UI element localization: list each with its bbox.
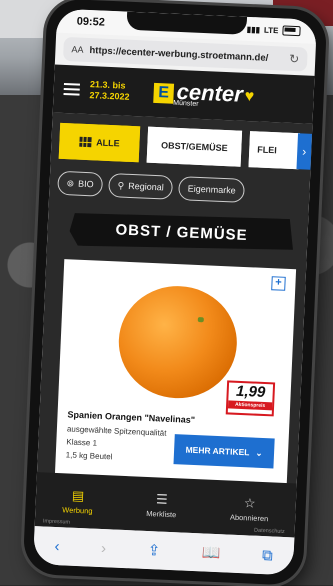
more-articles-button[interactable]: MEHR ARTIKEL ⌄ (173, 434, 275, 469)
category-obst-label: OBST/GEMÜSE (160, 140, 228, 154)
star-icon: ☆ (243, 495, 256, 511)
category-all-button[interactable]: ALLE (58, 122, 141, 163)
filter-regional-chip[interactable]: ⚲ Regional (108, 173, 174, 200)
filter-eigenmarke-label: Eigenmarke (187, 183, 236, 196)
reader-settings-button[interactable]: AA (71, 44, 83, 55)
tabs-icon[interactable]: ⧉ (262, 547, 273, 564)
ecenter-logo[interactable]: E center Münster ♥ (153, 78, 255, 109)
forward-icon[interactable]: › (101, 540, 107, 557)
price-tag: 1,99 Aktionspreis (225, 380, 276, 417)
edeka-e-icon: E (153, 82, 175, 104)
product-image-orange (116, 283, 240, 401)
price-label: Aktionspreis (227, 400, 273, 411)
list-icon: ☰ (155, 491, 169, 507)
filter-bio-chip[interactable]: ⊚ BIO (57, 170, 104, 197)
phone-screen: 09:52 ▮▮▮ LTE AA https://ecenter-werbung… (32, 8, 318, 576)
date-to: 27.3.2022 (89, 90, 130, 102)
validity-date: 21.3. bis 27.3.2022 (89, 79, 148, 104)
network-label: LTE (263, 25, 279, 35)
chevron-right-icon[interactable]: › (296, 133, 313, 170)
signal-icon: ▮▮▮ (246, 24, 261, 34)
nav-werbung[interactable]: ▤ Werbung (62, 487, 93, 516)
more-articles-label: MEHR ARTIKEL (185, 444, 250, 458)
filter-bio-label: BIO (77, 178, 94, 190)
nav-abonnieren[interactable]: ☆ Abonnieren (229, 495, 269, 524)
status-time: 09:52 (76, 15, 106, 29)
url-text[interactable]: https://ecenter-werbung.stroetmann.de/ (89, 45, 285, 65)
category-fleisch-label: FLEI (257, 144, 277, 156)
section-title: OBST / GEMÜSE (69, 209, 294, 255)
share-icon[interactable]: ⇪ (147, 541, 160, 560)
filter-regional-label: Regional (128, 180, 164, 193)
category-obst-button[interactable]: OBST/GEMÜSE (146, 126, 243, 167)
reload-icon[interactable]: ↻ (289, 52, 300, 66)
back-icon[interactable]: ‹ (54, 537, 60, 554)
nav-merkliste-label: Merkliste (146, 508, 177, 520)
bookmarks-icon[interactable]: 📖 (201, 543, 220, 562)
product-card[interactable]: + 1,99 Aktionspreis Spanien Orangen "Nav… (54, 259, 297, 490)
bio-icon: ⊚ (66, 177, 75, 188)
filter-chips: ⊚ BIO ⚲ Regional Eigenmarke (57, 170, 310, 206)
category-all-label: ALLE (95, 137, 120, 149)
product-price: 1,99 (235, 382, 266, 402)
add-to-list-icon[interactable]: + (271, 276, 286, 291)
menu-icon[interactable] (63, 82, 80, 96)
category-fleisch-button[interactable]: FLEI (248, 131, 301, 170)
chevron-down-icon: ⌄ (255, 447, 263, 458)
nav-merkliste[interactable]: ☰ Merkliste (146, 491, 177, 520)
impressum-link[interactable]: Impressum (43, 518, 70, 525)
category-area: ALLE OBST/GEMÜSE FLEI › ⊚ BIO ⚲ Regional (36, 112, 313, 498)
category-tabs: ALLE OBST/GEMÜSE FLEI (58, 122, 312, 170)
nav-abonnieren-label: Abonnieren (229, 512, 269, 524)
datenschutz-link[interactable]: Datenschutz (254, 528, 285, 535)
heart-icon: ♥ (244, 87, 255, 106)
battery-icon (282, 25, 301, 37)
phone-frame: 09:52 ▮▮▮ LTE AA https://ecenter-werbung… (22, 0, 328, 586)
location-pin-icon: ⚲ (117, 179, 125, 191)
grid-icon (78, 136, 92, 148)
filter-eigenmarke-chip[interactable]: Eigenmarke (178, 176, 246, 203)
document-icon: ▤ (71, 487, 85, 504)
status-indicators: ▮▮▮ LTE (246, 24, 301, 37)
nav-werbung-label: Werbung (62, 505, 93, 516)
